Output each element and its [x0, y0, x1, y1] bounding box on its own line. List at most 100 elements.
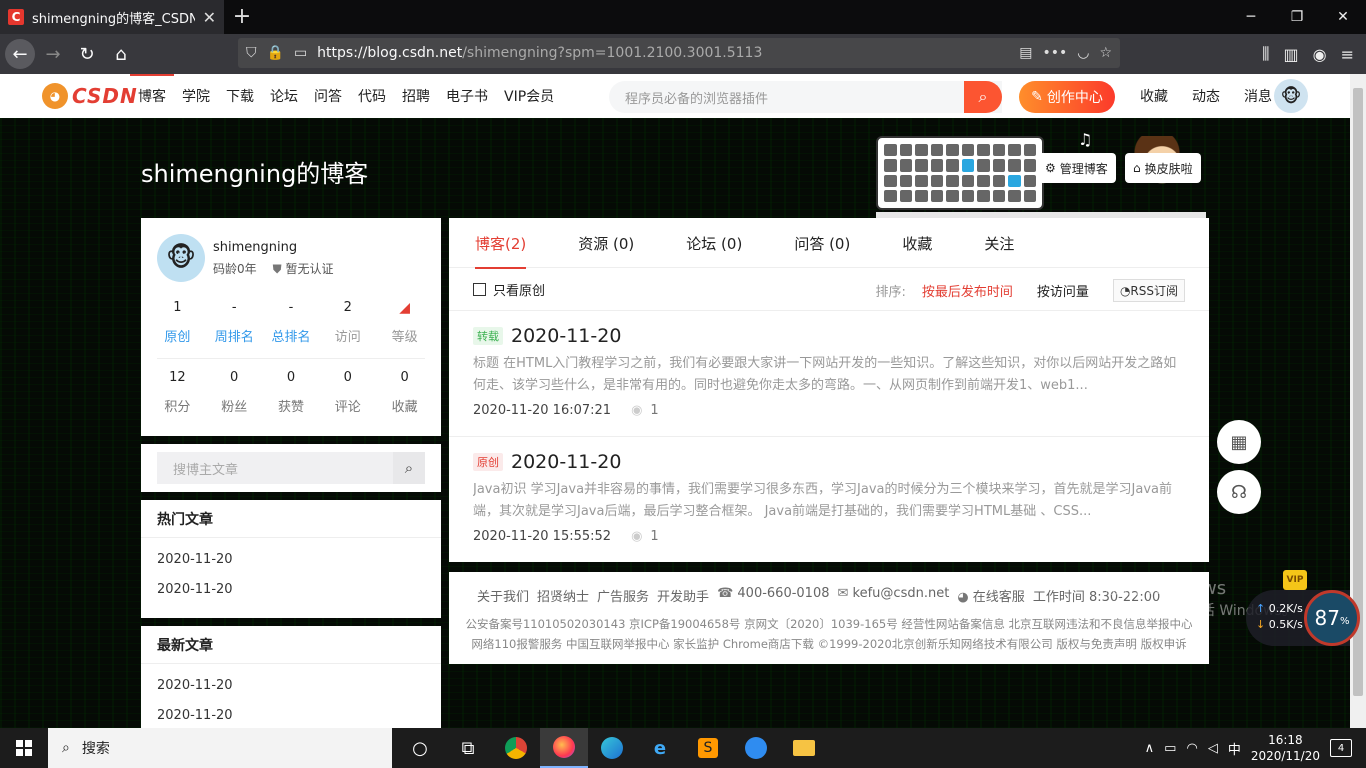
blog-search-button[interactable]: ⌕ — [393, 452, 425, 484]
nav-blog[interactable]: 博客 — [130, 74, 174, 118]
tab-following[interactable]: 关注 — [968, 218, 1030, 268]
tray-chevron-icon[interactable]: ∧ — [1145, 741, 1155, 756]
nav-vip[interactable]: VIP会员 — [496, 74, 562, 118]
wifi-icon[interactable]: ◠ — [1186, 741, 1197, 756]
manage-blog-button[interactable]: ⚙ 管理博客 — [1037, 153, 1116, 183]
stat-level[interactable]: ◢ 等级 — [376, 300, 433, 345]
ie-icon[interactable]: e — [636, 728, 684, 768]
ime-indicator[interactable]: 中 — [1228, 739, 1241, 758]
sublime-icon[interactable]: S — [684, 728, 732, 768]
footer-row2[interactable]: 公安备案号11010502030143 京ICP备19004658号 京网文〔2… — [459, 616, 1199, 632]
nav-forum[interactable]: 论坛 — [262, 74, 306, 118]
url-text[interactable]: https://blog.csdn.net/shimengning?spm=10… — [317, 45, 1009, 61]
nav-ebook[interactable]: 电子书 — [438, 74, 496, 118]
stat-total-rank[interactable]: - 总排名 — [263, 300, 320, 345]
csdn-logo[interactable]: ◕ CSDN — [42, 83, 138, 109]
user-avatar[interactable]: 🐵 — [1274, 79, 1308, 113]
task-view-icon[interactable]: ⧉ — [444, 728, 492, 768]
original-only-label[interactable]: 只看原创 — [493, 280, 545, 299]
feishu-icon[interactable] — [732, 728, 780, 768]
blog-search-input[interactable]: 搜博主文章 — [157, 452, 393, 484]
header-search-input[interactable]: 程序员必备的浏览器插件 — [609, 81, 1002, 113]
url-bar[interactable]: ⛉ 🔒 ▭ https://blog.csdn.net/shimengning?… — [238, 38, 1120, 68]
sort-by-views[interactable]: 按访问量 — [1037, 281, 1089, 300]
header-search-button[interactable]: ⌕ — [964, 81, 1002, 113]
lock-icon[interactable]: 🔒 — [267, 45, 284, 61]
chrome-icon[interactable] — [492, 728, 540, 768]
back-icon[interactable]: ← — [5, 39, 35, 69]
tab-blog[interactable]: 博客(2) — [459, 218, 542, 269]
memory-gauge[interactable]: 87% — [1304, 590, 1360, 646]
reload-icon[interactable]: ↻ — [71, 38, 103, 70]
footer-service[interactable]: ◕ 在线客服 — [957, 586, 1025, 605]
article-desc[interactable]: Java初识 学习Java并非容易的事情，我们需要学习很多东西，学习Java的时… — [473, 479, 1185, 523]
rss-button[interactable]: ◔RSS订阅 — [1112, 279, 1185, 302]
article-desc[interactable]: 标题 在HTML入门教程学习之前，我们有必要跟大家讲一下网站开发的一些知识。了解… — [473, 353, 1185, 397]
footer-link-jobs[interactable]: 招贤纳士 — [537, 586, 589, 605]
stat-original[interactable]: 1 原创 — [149, 300, 206, 345]
maximize-icon[interactable]: ❐ — [1274, 0, 1320, 34]
account-icon[interactable]: ◉ — [1313, 45, 1327, 64]
nav-download[interactable]: 下载 — [218, 74, 262, 118]
menu-icon[interactable]: ≡ — [1341, 45, 1354, 64]
nav-code[interactable]: 代码 — [350, 74, 394, 118]
footer-row3[interactable]: 网络110报警服务 中国互联网举报中心 家长监护 Chrome商店下载 ©199… — [459, 636, 1199, 652]
profile-username[interactable]: shimengning — [213, 240, 297, 255]
taskbar-search[interactable]: ⌕ 搜索 — [48, 728, 392, 768]
vip-badge[interactable]: VIP — [1283, 570, 1307, 590]
close-window-icon[interactable]: ✕ — [1320, 0, 1366, 34]
cortana-icon[interactable]: ○ — [396, 728, 444, 768]
battery-icon[interactable]: ▭ — [1164, 741, 1176, 756]
tab-favorites[interactable]: 收藏 — [886, 218, 948, 268]
bookmark-star-icon[interactable]: ☆ — [1099, 45, 1112, 61]
change-skin-button[interactable]: ⌂ 换皮肤啦 — [1125, 153, 1201, 183]
list-item[interactable]: 2020-11-20 — [141, 700, 441, 728]
tab-forum[interactable]: 论坛 (0) — [670, 218, 758, 268]
nav-qa[interactable]: 问答 — [306, 74, 350, 118]
tab-qa[interactable]: 问答 (0) — [778, 218, 866, 268]
footer-email[interactable]: ✉ kefu@csdn.net — [838, 586, 950, 605]
browser-tab[interactable]: C shimengning的博客_CSDN博 ✕ — [0, 0, 224, 34]
qrcode-button[interactable]: ▦ — [1217, 420, 1261, 464]
pocket-icon[interactable]: ◡ — [1077, 45, 1089, 61]
article-title[interactable]: 2020-11-20 — [511, 325, 621, 347]
nav-jobs[interactable]: 招聘 — [394, 74, 438, 118]
stat-weekly-rank[interactable]: - 周排名 — [206, 300, 263, 345]
network-speed-widget[interactable]: ↑ 0.2K/s ↓ 0.5K/s 87% — [1246, 590, 1360, 646]
new-tab-icon[interactable]: + — [230, 4, 254, 29]
customer-service-button[interactable]: ☊ — [1217, 470, 1261, 514]
volume-icon[interactable]: ◁ — [1208, 741, 1218, 756]
list-item[interactable]: 2020-11-20 — [141, 574, 441, 604]
library-icon[interactable]: ⫼ — [1262, 44, 1269, 64]
tab-resources[interactable]: 资源 (0) — [562, 218, 650, 268]
edge-icon[interactable] — [588, 728, 636, 768]
taskbar-clock[interactable]: 16:18 2020/11/20 — [1251, 732, 1320, 764]
original-only-checkbox[interactable] — [473, 282, 486, 296]
more-actions-icon[interactable]: ••• — [1042, 45, 1067, 61]
header-feed-link[interactable]: 动态 — [1180, 74, 1232, 118]
footer-link-devtools[interactable]: 开发助手 — [657, 586, 709, 605]
firefox-icon[interactable] — [540, 728, 588, 768]
minimize-icon[interactable]: ─ — [1228, 0, 1274, 34]
shield-icon[interactable]: ⛉ — [246, 45, 257, 61]
nav-academy[interactable]: 学院 — [174, 74, 218, 118]
reader-view-icon[interactable]: ▤ — [1019, 45, 1032, 61]
list-item[interactable]: 2020-11-20 — [141, 544, 441, 574]
article-item[interactable]: 原创 2020-11-20 Java初识 学习Java并非容易的事情，我们需要学… — [449, 436, 1209, 560]
profile-avatar[interactable]: 🐵 — [157, 234, 205, 282]
sidebar-icon[interactable]: ▥ — [1284, 45, 1299, 64]
forward-icon[interactable]: → — [37, 38, 69, 70]
home-icon[interactable]: ⌂ — [105, 38, 137, 70]
footer-link-about[interactable]: 关于我们 — [477, 586, 529, 605]
article-item[interactable]: 转载 2020-11-20 标题 在HTML入门教程学习之前，我们有必要跟大家讲… — [449, 310, 1209, 434]
sort-by-time[interactable]: 按最后发布时间 — [922, 281, 1013, 300]
notification-icon[interactable]: 4 — [1330, 739, 1352, 757]
header-favorites-link[interactable]: 收藏 — [1128, 74, 1180, 118]
permissions-icon[interactable]: ▭ — [294, 45, 307, 61]
footer-link-ads[interactable]: 广告服务 — [597, 586, 649, 605]
file-explorer-icon[interactable] — [780, 728, 828, 768]
article-title[interactable]: 2020-11-20 — [511, 451, 621, 473]
tab-close-icon[interactable]: ✕ — [203, 8, 216, 27]
create-center-button[interactable]: ✎ 创作中心 — [1019, 81, 1115, 113]
start-button[interactable] — [0, 728, 48, 768]
